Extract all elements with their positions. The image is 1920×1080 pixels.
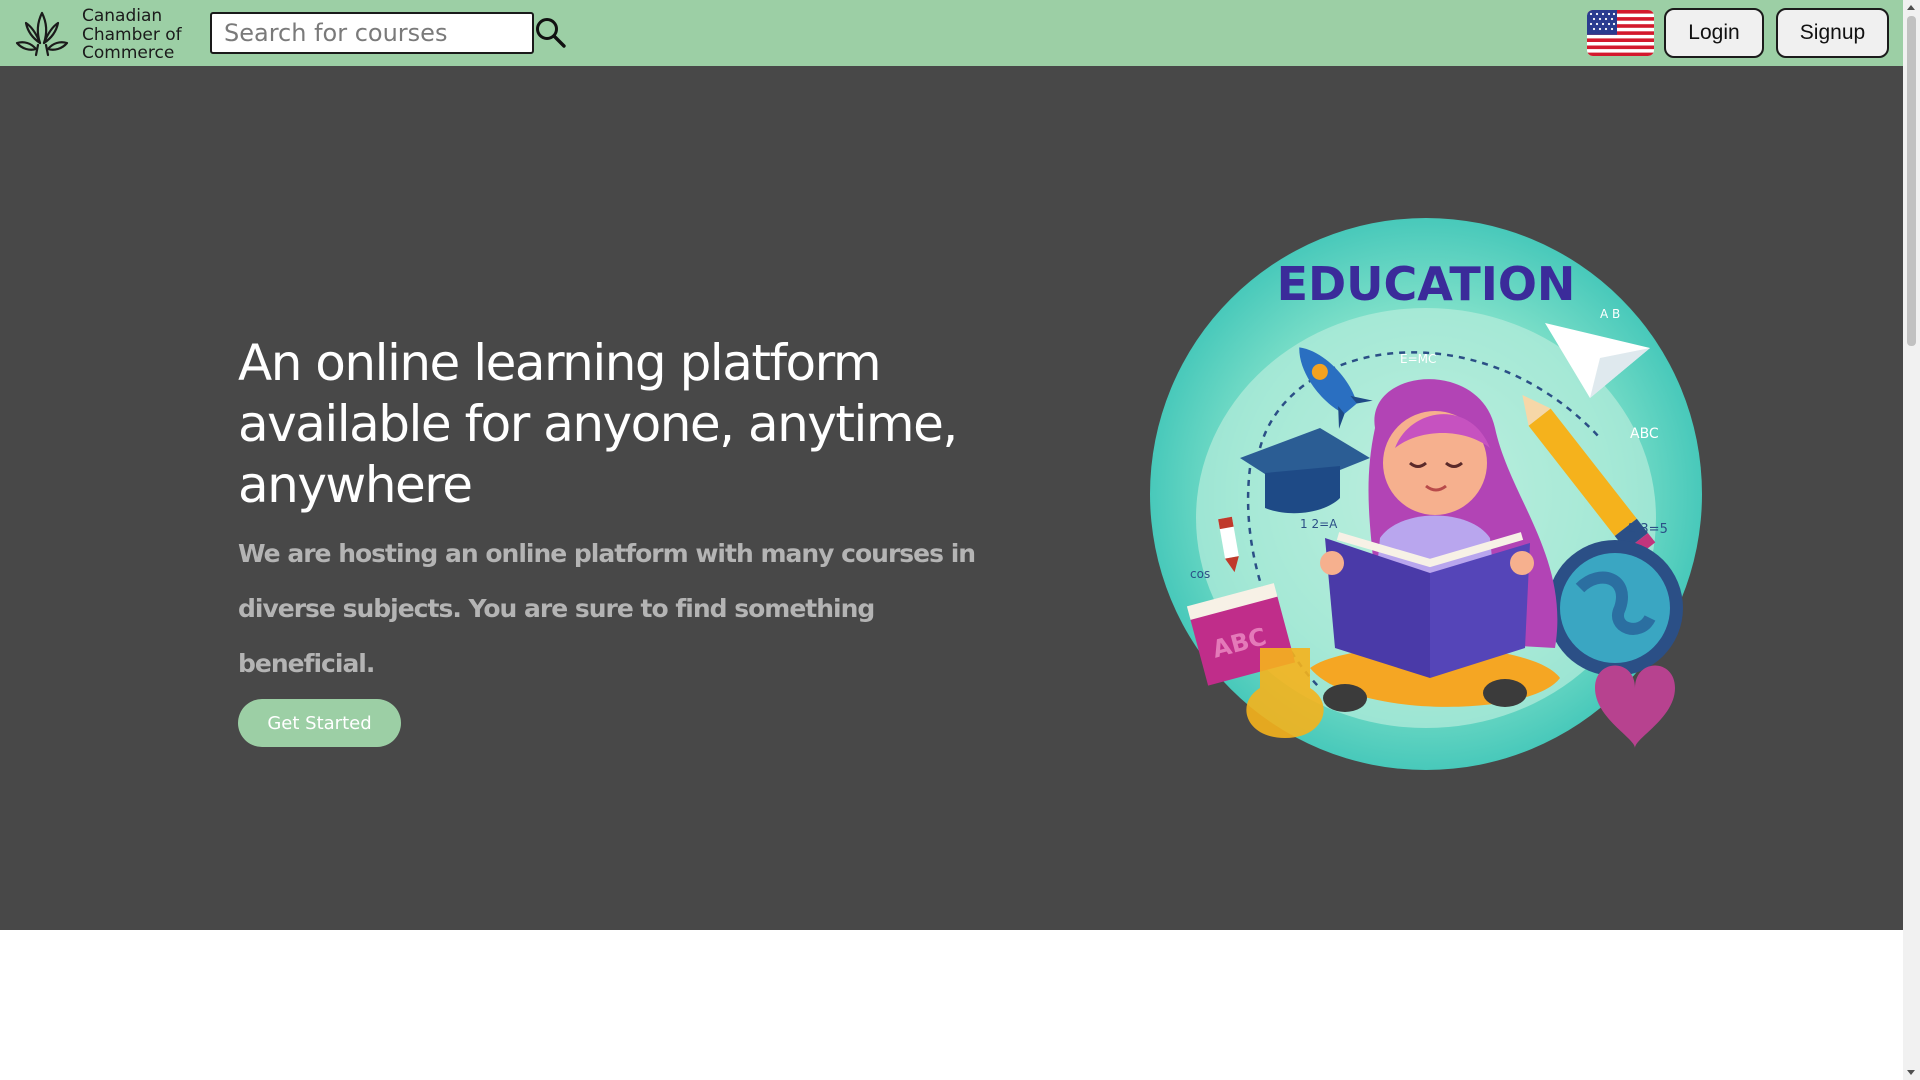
svg-text:1 2=A: 1 2=A [1300,517,1338,531]
navbar: Canadian Chamber of Commerce Search for … [0,0,1903,66]
language-selector[interactable] [1587,10,1654,56]
scroll-down-arrow-icon[interactable] [1907,1070,1915,1075]
logo-line-1: Canadian [82,6,163,26]
svg-text:A B: A B [1600,307,1620,321]
get-started-button[interactable]: Get Started [238,699,401,747]
education-illustration-image: EDUCATION ABC E=MC ABC 2 3=5 cos 1 2=A A… [1150,218,1702,770]
illustration-title: EDUCATION [1277,257,1576,311]
us-flag-icon [1587,10,1654,56]
page-scrollbar[interactable] [1903,0,1920,1080]
hero-title: An online learning platform available fo… [238,334,958,514]
scroll-up-arrow-icon[interactable] [1907,5,1915,10]
login-button[interactable]: Login [1664,8,1764,58]
svg-text:cos: cos [1190,567,1210,581]
scrollbar-thumb[interactable] [1907,16,1916,346]
hero-subtitle: We are hosting an online platform with m… [238,539,976,678]
signup-button[interactable]: Signup [1776,8,1889,58]
education-illustration: EDUCATION ABC E=MC ABC 2 3=5 cos 1 2=A A… [1150,218,1702,770]
svg-text:2 3=5: 2 3=5 [1628,522,1668,537]
search-button[interactable] [534,16,568,50]
search-input[interactable] [210,12,534,54]
logo-line-3: Commerce [82,43,175,63]
svg-text:E=MC: E=MC [1400,352,1436,366]
logo[interactable]: Canadian Chamber of Commerce [14,7,194,62]
svg-text:ABC: ABC [1630,426,1659,442]
logo-line-2: Chamber of [82,24,182,45]
content-area [0,930,1903,1080]
search-icon [536,18,566,48]
maple-leaf-icon [15,11,69,57]
logo-text: Canadian Chamber of Commerce [82,7,202,63]
